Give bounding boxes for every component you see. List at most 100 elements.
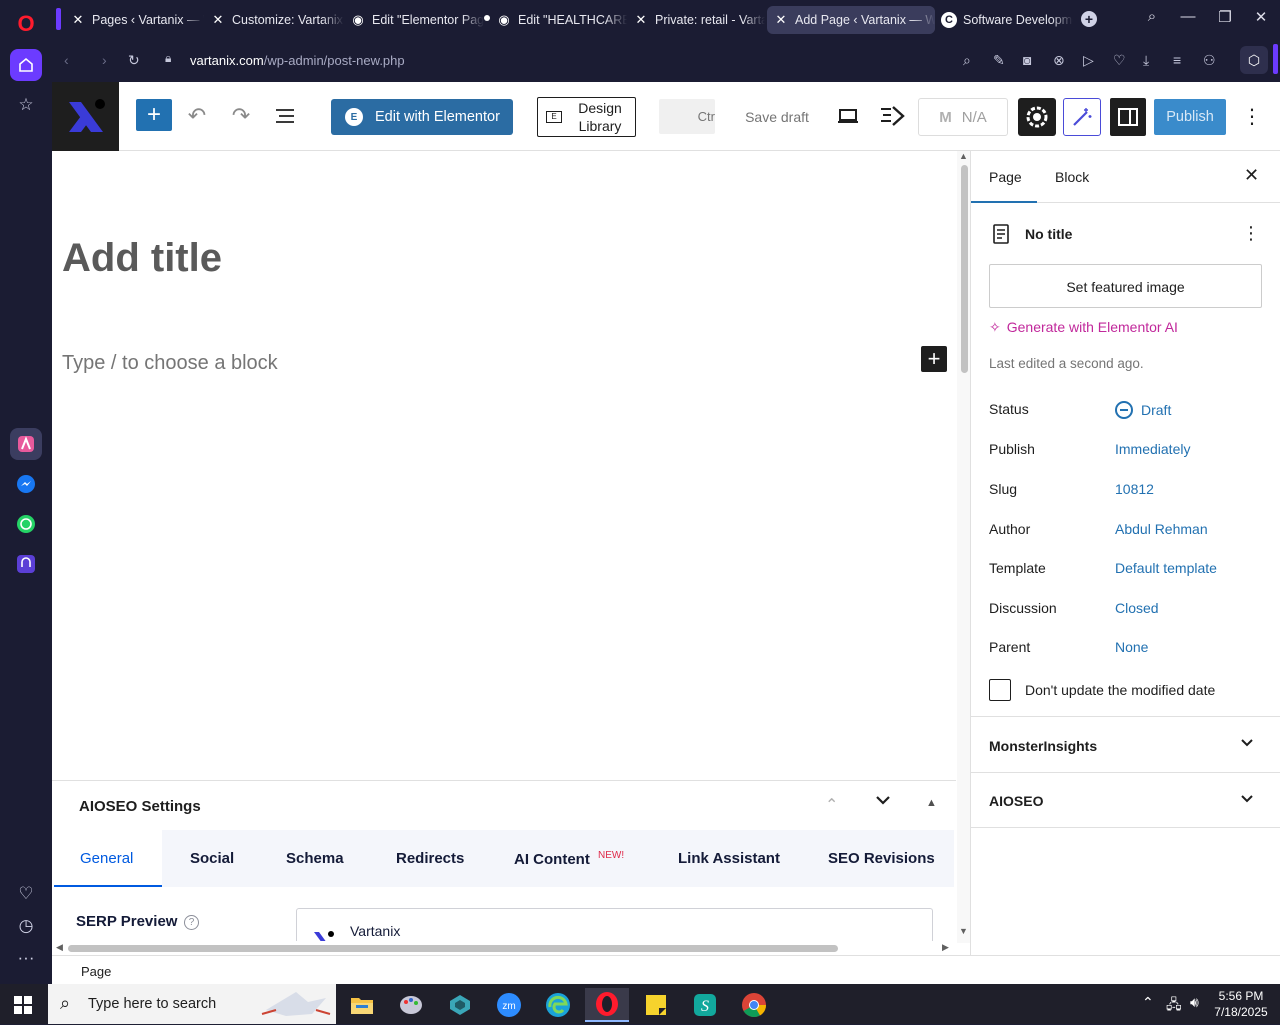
edge-icon[interactable]	[536, 988, 580, 1022]
easy-setup-icon[interactable]: ≡	[1173, 52, 1181, 68]
scroll-right-icon[interactable]: ▶	[942, 942, 949, 953]
ai-magic-wand-button[interactable]	[1063, 98, 1101, 136]
home-icon[interactable]	[10, 49, 42, 81]
edit-with-elementor-button[interactable]: E Edit with Elementor	[331, 99, 513, 135]
template-value[interactable]: Default template	[1115, 560, 1217, 576]
tab-customize[interactable]: ✕ Customize: Vartanix |	[204, 6, 344, 34]
parent-value[interactable]: None	[1115, 639, 1148, 655]
new-tab-button[interactable]: +	[1081, 11, 1097, 27]
status-value[interactable]: Draft	[1115, 401, 1171, 419]
move-down-icon[interactable]	[874, 791, 892, 814]
h-scroll-thumb[interactable]	[68, 945, 838, 952]
panel-monsterinsights[interactable]: MonsterInsights	[971, 716, 1280, 772]
maximize-icon[interactable]: ❐	[1213, 8, 1237, 26]
download-icon[interactable]: ⤓	[1143, 52, 1149, 69]
scroll-down-icon[interactable]: ▼	[959, 926, 968, 936]
tab-page[interactable]: Page	[971, 151, 1037, 203]
help-icon[interactable]: ?	[184, 915, 199, 930]
volume-icon[interactable]: 🔊︎	[1190, 994, 1199, 1011]
camera-icon[interactable]: ◙	[1023, 52, 1031, 68]
settings-sidebar-toggle-button[interactable]	[1110, 98, 1146, 136]
document-overview-icon[interactable]	[271, 102, 299, 130]
horizontal-scrollbar[interactable]: ◀ ▶	[52, 941, 957, 955]
tab-edit-healthcare[interactable]: ◉ Edit "HEALTHCARE"	[490, 6, 627, 34]
history-icon[interactable]: ◷	[10, 910, 42, 942]
opera-logo-icon[interactable]: O	[10, 8, 42, 40]
discussion-value[interactable]: Closed	[1115, 600, 1159, 616]
seo-score-button[interactable]: M N/A	[918, 98, 1008, 136]
aria-icon[interactable]	[10, 428, 42, 460]
post-title-input[interactable]: Add title	[62, 236, 222, 281]
close-window-icon[interactable]: ✕	[1249, 8, 1273, 26]
slug-value[interactable]: 10812	[1115, 481, 1154, 497]
zoom-icon[interactable]: ⌕	[963, 52, 971, 69]
chrome-icon[interactable]	[732, 988, 776, 1022]
options-menu-icon[interactable]: ⋮	[1238, 102, 1266, 130]
tab-edit-elementor-page[interactable]: ◉ Edit "Elementor Page	[344, 6, 484, 34]
minimize-icon[interactable]: —	[1176, 8, 1200, 25]
aioseo-tab-general[interactable]: General	[54, 830, 162, 887]
undo-icon[interactable]: ↶	[183, 102, 211, 130]
file-explorer-icon[interactable]	[340, 988, 384, 1022]
network-icon[interactable]: 🖧︎	[1166, 994, 1182, 1018]
command-palette-button[interactable]: Ctr	[659, 99, 715, 134]
save-draft-button[interactable]: Save draft	[737, 107, 817, 127]
clock[interactable]: 5:56 PM 7/18/2025	[1210, 988, 1272, 1020]
tab-add-page[interactable]: ✕ Add Page ‹ Vartanix — Wo	[767, 6, 935, 34]
tab-pages[interactable]: ✕ Pages ‹ Vartanix — W	[64, 6, 204, 34]
profile-icon[interactable]: ⚇	[1203, 52, 1216, 69]
messenger-icon[interactable]	[10, 468, 42, 500]
add-block-button[interactable]: +	[921, 346, 947, 372]
flow-icon[interactable]: ▷	[1083, 52, 1094, 69]
zoom-app-icon[interactable]: zm	[487, 988, 531, 1022]
panel-aioseo[interactable]: AIOSEO	[971, 772, 1280, 828]
search-tabs-icon[interactable]: ⌕	[1140, 8, 1164, 25]
more-icon[interactable]: ···	[10, 942, 42, 974]
heart-icon[interactable]: ♡	[10, 878, 42, 910]
lock-icon[interactable]: 🔒︎	[165, 51, 171, 66]
scroll-left-icon[interactable]: ◀	[56, 942, 63, 953]
opera-taskbar-icon[interactable]	[585, 988, 629, 1022]
design-library-button[interactable]: E Design Library	[537, 97, 636, 137]
close-sidebar-icon[interactable]: ✕	[1244, 165, 1259, 186]
modified-date-checkbox[interactable]	[989, 679, 1011, 701]
tab-software-development[interactable]: C Software Developme	[935, 6, 1073, 34]
aioseo-tab-social[interactable]: Social	[190, 850, 234, 867]
breadcrumb[interactable]: Page	[81, 964, 111, 979]
generate-with-ai-link[interactable]: ✧ Generate with Elementor AI	[989, 319, 1178, 336]
set-featured-image-button[interactable]: Set featured image	[989, 264, 1262, 308]
taskbar-search-box[interactable]: ⌕ Type here to search	[48, 984, 336, 1024]
url-text[interactable]: vartanix.com/wp-admin/post-new.php	[190, 53, 405, 68]
site-logo-icon[interactable]	[52, 82, 119, 151]
windows-start-icon[interactable]	[14, 996, 32, 1019]
whatsapp-icon[interactable]	[10, 508, 42, 540]
paint-icon[interactable]	[389, 988, 433, 1022]
music-player-icon[interactable]	[10, 548, 42, 580]
aioseo-tab-ai-content[interactable]: AI Content NEW!	[514, 850, 624, 868]
adblock-icon[interactable]: ⊗	[1053, 52, 1065, 69]
publish-button[interactable]: Publish	[1154, 99, 1226, 135]
vertical-scrollbar[interactable]: ▲ ▼	[957, 151, 971, 943]
tray-chevron-icon[interactable]: ⌃	[1142, 994, 1154, 1011]
move-up-icon[interactable]: ⌃	[825, 795, 838, 815]
author-value[interactable]: Abdul Rehman	[1115, 521, 1208, 537]
block-placeholder[interactable]: Type / to choose a block	[62, 352, 278, 375]
publish-value[interactable]: Immediately	[1115, 441, 1190, 457]
speed-optimizer-icon[interactable]	[878, 102, 906, 130]
document-actions-icon[interactable]: ⋮	[1242, 223, 1260, 244]
scroll-thumb[interactable]	[961, 165, 968, 373]
redo-icon[interactable]: ↷	[227, 102, 255, 130]
tab-block[interactable]: Block	[1055, 169, 1089, 185]
favorites-icon[interactable]: ♡	[1113, 52, 1126, 69]
app-s-icon[interactable]: S	[683, 988, 727, 1022]
forward-icon[interactable]: ›	[102, 52, 107, 68]
block-inserter-button[interactable]: +	[136, 99, 172, 131]
sticky-notes-icon[interactable]	[634, 988, 678, 1022]
extensions-icon[interactable]: ⬡	[1240, 46, 1268, 74]
aioseo-tab-schema[interactable]: Schema	[286, 850, 344, 867]
reload-icon[interactable]: ↻	[128, 52, 140, 69]
edit-icon[interactable]: ✎	[993, 52, 1005, 69]
aioseo-tab-seo-revisions[interactable]: SEO Revisions	[828, 850, 935, 867]
tab-private-retail[interactable]: ✕ Private: retail - Varta	[627, 6, 765, 34]
aioseo-tab-link-assistant[interactable]: Link Assistant	[678, 850, 780, 867]
